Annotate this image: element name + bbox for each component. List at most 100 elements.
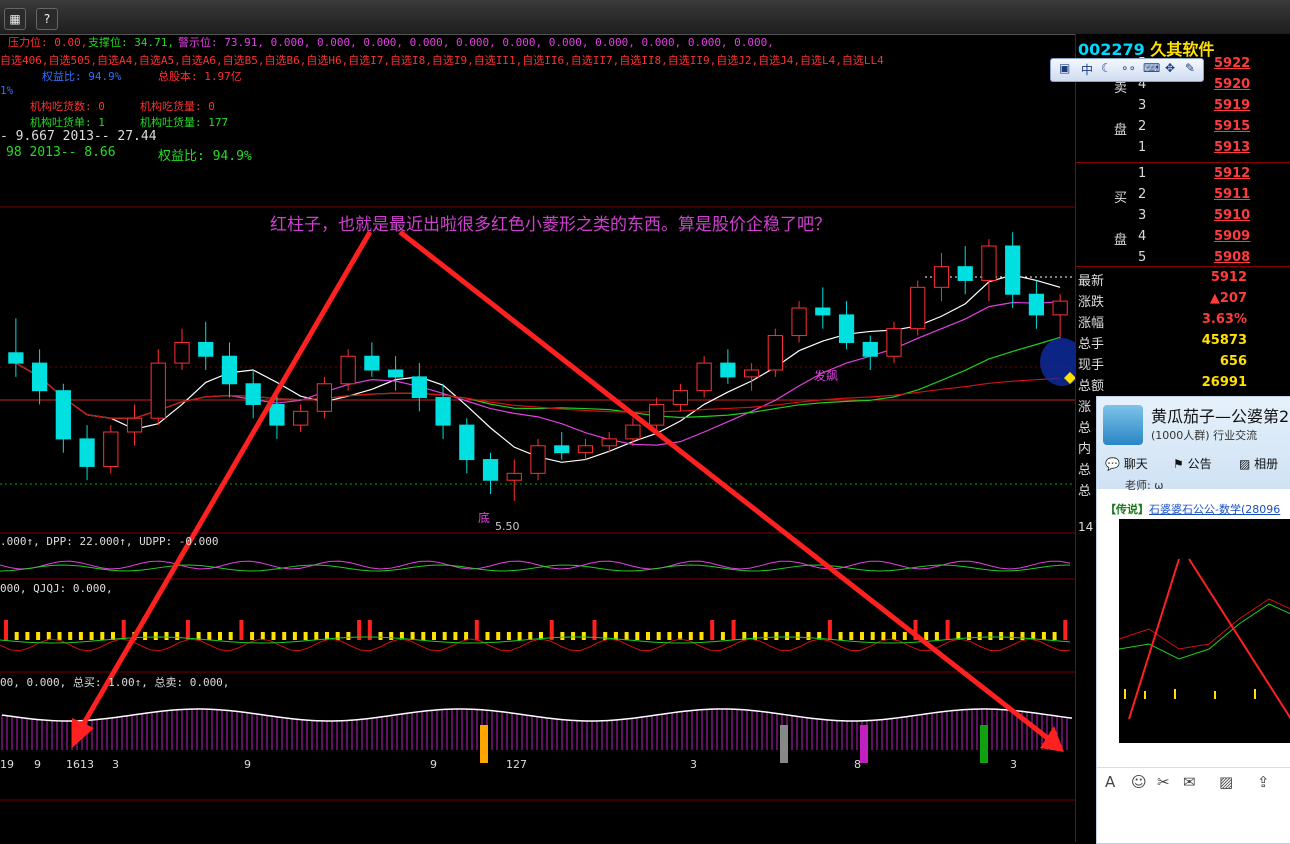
upload-icon[interactable]: ⇪ [1257, 773, 1270, 791]
low-label: 5.50 [495, 520, 520, 533]
candle [767, 328, 783, 377]
qjqj-bar [945, 620, 950, 640]
group-avatar[interactable] [1103, 405, 1143, 445]
order-book-row[interactable]: 盘 2 5915 [1076, 119, 1290, 140]
quote-value: 3.63% [1201, 312, 1247, 327]
order-book-row[interactable]: 盘 4 5909 [1076, 229, 1290, 250]
order-price: 5913 [1214, 140, 1251, 155]
quote-label-extra: 涨 [1078, 400, 1092, 415]
qjqj-bar [1009, 632, 1014, 640]
candle [625, 418, 641, 446]
moon-icon[interactable]: ☾ [1101, 61, 1112, 75]
qjqj-bar [999, 632, 1004, 640]
quote-value: 5912 [1210, 270, 1247, 285]
equity-ratio: 权益比: 94.9% [42, 70, 122, 83]
order-book-row[interactable]: 3 5910 [1076, 208, 1290, 229]
inst-buy-count: 机构吃货数: 0 [30, 100, 105, 113]
quote-row: 总额 26991 [1076, 375, 1290, 396]
watchlist-label: 自选406,自选505,自选A4,自选A5,自选A6,自选B5,自选B6,自选H… [0, 54, 884, 67]
candle [8, 318, 24, 377]
candle [696, 356, 712, 398]
dpp-label: .000↑, DPP: 22.000↑, UDPP: -0.000 [0, 535, 219, 548]
bottom-number: 8 [854, 758, 861, 771]
quote-row: 涨幅 3.63% [1076, 312, 1290, 333]
qjqj-bar [667, 632, 672, 640]
qjqj-bar [1041, 632, 1046, 640]
move-icon[interactable]: ✥ [1165, 61, 1175, 75]
order-divider [1076, 162, 1290, 163]
gift-icon[interactable]: ✉ [1183, 773, 1196, 791]
order-level: 2 [1138, 119, 1147, 134]
chart-thumbnail[interactable] [1119, 519, 1290, 743]
wrench-icon[interactable]: ✎ [1185, 61, 1195, 75]
bottom-number: 127 [506, 758, 527, 771]
message-sender[interactable]: 石婆婆石公公-数学 [1149, 503, 1241, 516]
order-book-row[interactable]: 3 5919 [1076, 98, 1290, 119]
qjqj-bar [560, 632, 565, 640]
emoji-icon[interactable]: ☺ [1131, 773, 1147, 791]
bottom-number: 3 [690, 758, 697, 771]
quote-label-extra: 总 [1078, 421, 1092, 436]
bottom-number: 1613 [66, 758, 94, 771]
bottom-number: 19 [0, 758, 14, 771]
quote-label-extra: 总 [1078, 484, 1092, 499]
qjqj-bar [335, 632, 340, 640]
quote-label-extra: 总 [1078, 463, 1092, 478]
candle [577, 438, 594, 460]
bottom-number: 9 [430, 758, 437, 771]
candle [293, 404, 309, 432]
keyboard-icon[interactable]: ⌨ [1143, 61, 1160, 75]
qjqj-bar [656, 632, 661, 640]
quote-row: 涨跌 ▲207 [1076, 291, 1290, 312]
inst-sell-volume: 机构吐货量: 177 [140, 116, 229, 129]
grid-icon[interactable]: ▣ [1059, 61, 1070, 75]
order-price: 5909 [1214, 229, 1251, 244]
tab-chat[interactable]: 💬 聊天 [1105, 455, 1148, 472]
quote-label: 最新 [1078, 274, 1105, 289]
tab-notice-label: 公告 [1187, 457, 1212, 471]
ma-line-MA20 [15, 336, 1061, 419]
dots-icon[interactable]: ∘∘ [1121, 61, 1136, 75]
qjqj-bar [175, 632, 180, 640]
qjqj-bar [442, 632, 447, 640]
order-book-row[interactable]: 1 5912 [1076, 166, 1290, 187]
chat-message: 【传说】石婆婆石公公-数学(28096 [1105, 501, 1280, 517]
magic-icon[interactable]: ✂ [1157, 773, 1170, 791]
qjqj-bar [57, 632, 62, 640]
qjqj-bar [228, 632, 233, 640]
qjqj-bar [902, 632, 907, 640]
qjqj-bar [688, 632, 693, 640]
inst-buy-volume: 机构吃货量: 0 [140, 100, 215, 113]
lang-icon[interactable]: 中 [1081, 61, 1093, 78]
buy-sell-block [980, 725, 988, 763]
candle [862, 335, 878, 370]
qjqj-bar [36, 632, 41, 640]
bottom-number: 3 [1010, 758, 1017, 771]
tab-notice[interactable]: ⚑ 公告 [1173, 455, 1212, 472]
candle [79, 425, 95, 481]
order-book-row[interactable]: 5 5908 [1076, 250, 1290, 271]
candle [1028, 280, 1045, 329]
candle [1052, 294, 1068, 339]
order-book-row[interactable]: 买 2 5911 [1076, 187, 1290, 208]
qjqj-bar [432, 632, 436, 640]
qjqj-bar [389, 632, 394, 640]
message-id[interactable]: (28096 [1241, 503, 1280, 516]
message-input[interactable] [1097, 797, 1290, 843]
tab-album[interactable]: ▨ 相册 [1239, 455, 1278, 472]
qjqj-bar [410, 632, 415, 640]
qjqj-bar [549, 620, 554, 640]
buy-sell-block [480, 725, 488, 763]
font-icon[interactable]: A [1105, 773, 1115, 791]
annotation-text: 红柱子，也就是最近出啦很多红色小菱形之类的东西。算是股价企稳了吧？ [270, 215, 831, 235]
panel-icon-toolbar[interactable]: ▣ 中 ☾ ∘∘ ⌨ ✥ ✎ [1050, 58, 1204, 82]
qjqj-bar [25, 632, 30, 640]
order-book-row[interactable]: 1 5913 [1076, 140, 1290, 161]
candle [31, 349, 48, 405]
group-name[interactable]: 黄瓜茄子—公婆第2 [1151, 403, 1289, 427]
quote-value: ▲207 [1209, 291, 1247, 306]
qjqj-bar [464, 632, 469, 640]
image-icon[interactable]: ▨ [1219, 773, 1233, 791]
bottom-number: 3 [112, 758, 119, 771]
inst-sell-count: 机构吐货单: 1 [30, 116, 105, 129]
